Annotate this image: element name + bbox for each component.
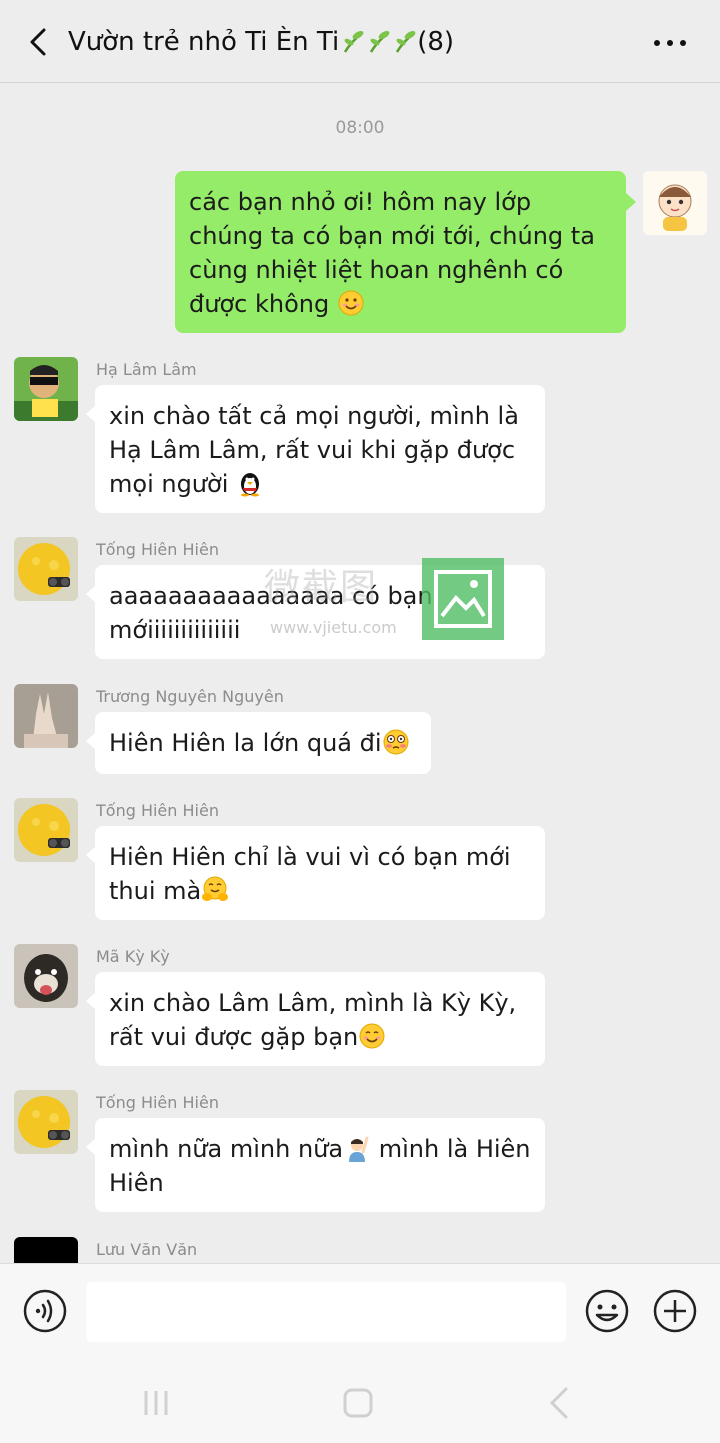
message-text: mớiiiiiiiiiiiiii: [109, 616, 241, 644]
message-text: các bạn nhỏ ơi! hôm nay lớp chúng ta có …: [189, 188, 595, 318]
penguin-emoji: [241, 473, 260, 497]
avatar-tong-hien-hien[interactable]: [14, 1090, 78, 1154]
avatar-tong-hien-hien[interactable]: [14, 537, 78, 601]
flushed-face-emoji: [383, 729, 409, 755]
sprout-icon: [344, 31, 364, 53]
system-back-icon[interactable]: [540, 1383, 580, 1423]
chat-title: Vườn trẻ nhỏ Ti Èn Ti (8): [68, 22, 454, 62]
message-text: rất vui được gặp bạn: [109, 1023, 359, 1051]
member-count: (8): [417, 27, 455, 57]
emoji-picker-icon[interactable]: [584, 1288, 630, 1334]
message-text: thui mà: [109, 877, 202, 905]
avatar-luu-van-van[interactable]: [14, 1237, 78, 1263]
my-message-bubble[interactable]: các bạn nhỏ ơi! hôm nay lớp chúng ta có …: [175, 171, 636, 333]
message-text: xin chào Lâm Lâm, mình là Kỳ Kỳ,: [109, 989, 517, 1017]
message-bubble[interactable]: Hiên Hiên la lớn quá đi: [86, 712, 431, 774]
message-input[interactable]: [86, 1282, 566, 1342]
my-avatar[interactable]: [643, 171, 707, 235]
person-raising-hand-emoji: [349, 1136, 369, 1162]
recent-apps-icon[interactable]: [136, 1383, 176, 1423]
smiling-face-emoji: [338, 290, 364, 316]
chat-title-text: Vườn trẻ nhỏ Ti Èn Ti: [68, 27, 340, 57]
smiling-face-emoji: [359, 1023, 385, 1049]
sender-name: Tống Hiên Hiên: [96, 540, 219, 559]
sprout-icon: [370, 31, 390, 53]
sender-name: Mã Kỳ Kỳ: [96, 947, 170, 966]
message-text: Hiên Hiên la lớn quá đi: [109, 729, 382, 757]
more-options-icon[interactable]: [648, 26, 692, 60]
system-navigation-bar: [0, 1363, 720, 1443]
sender-name: Tống Hiên Hiên: [96, 801, 219, 820]
sender-name: Trương Nguyên Nguyên: [96, 687, 284, 706]
input-bar: [0, 1263, 720, 1364]
avatar-tong-hien-hien[interactable]: [14, 798, 78, 862]
message-text: Hiên: [109, 1169, 164, 1197]
message-bubble[interactable]: mình nữa mình nữa mình là Hiên Hiên: [86, 1118, 545, 1212]
avatar-ma-ky-ky[interactable]: [14, 944, 78, 1008]
avatar-truong-nguyen-nguyen[interactable]: [14, 684, 78, 748]
message-text: Hạ Lâm Lâm, rất vui khi gặp được: [109, 436, 516, 464]
avatar-ha-lam-lam[interactable]: [14, 357, 78, 421]
chat-header: Vườn trẻ nhỏ Ti Èn Ti (8): [0, 0, 720, 83]
message-bubble[interactable]: aaaaaaaaaaaaaaaa có bạn mớiiiiiiiiiiiiii: [86, 565, 545, 659]
message-bubble[interactable]: xin chào Lâm Lâm, mình là Kỳ Kỳ, rất vui…: [86, 972, 545, 1066]
message-bubble[interactable]: xin chào tất cả mọi người, mình là Hạ Lâ…: [86, 385, 545, 513]
sender-name: Tống Hiên Hiên: [96, 1093, 219, 1112]
message-text: mọi người: [109, 470, 229, 498]
voice-input-icon[interactable]: [22, 1288, 68, 1334]
message-bubble[interactable]: Hiên Hiên chỉ là vui vì có bạn mới thui …: [86, 826, 545, 920]
message-text: mình là Hiên: [371, 1135, 531, 1163]
message-text: mình nữa mình nữa: [109, 1135, 344, 1163]
message-text: xin chào tất cả mọi người, mình là: [109, 402, 519, 430]
sender-name: Lưu Văn Văn: [96, 1240, 198, 1259]
sender-name: Hạ Lâm Lâm: [96, 360, 197, 379]
more-functions-plus-icon[interactable]: [652, 1288, 698, 1334]
home-icon[interactable]: [338, 1383, 378, 1423]
sprout-icon: [396, 31, 416, 53]
message-text: Hiên Hiên chỉ là vui vì có bạn mới: [109, 843, 511, 871]
time-divider: 08:00: [335, 118, 385, 138]
back-arrow-icon[interactable]: [22, 24, 58, 60]
hugging-face-emoji: [202, 876, 229, 901]
message-text: aaaaaaaaaaaaaaaa có bạn: [109, 582, 433, 610]
